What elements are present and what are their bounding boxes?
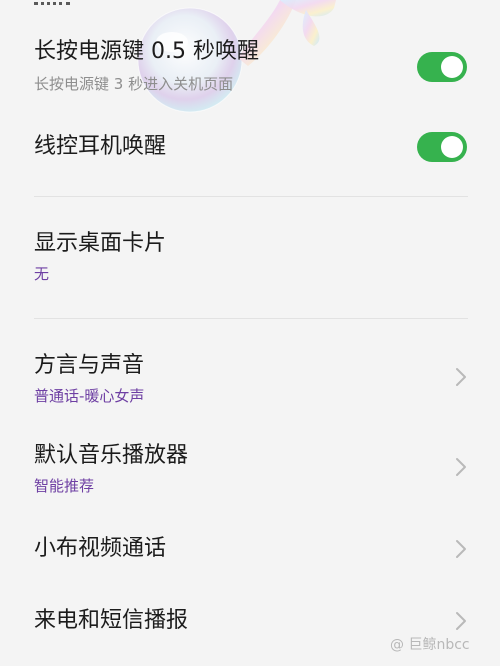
settings-screen: 长按电源键 0.5 秒唤醒 长按电源键 3 秒进入关机页面 线控耳机唤醒 显示桌… xyxy=(0,0,500,666)
setting-value: 普通话-暖心女声 xyxy=(34,387,145,405)
wired-headset-toggle[interactable] xyxy=(417,132,467,162)
setting-desktop-card[interactable]: 显示桌面卡片 无 xyxy=(0,228,500,284)
setting-title: 小布视频通话 xyxy=(34,536,167,561)
setting-value: 智能推荐 xyxy=(34,477,95,495)
chevron-right-icon xyxy=(456,612,466,630)
setting-title: 来电和短信播报 xyxy=(34,608,189,633)
setting-long-press-power[interactable]: 长按电源键 0.5 秒唤醒 长按电源键 3 秒进入关机页面 xyxy=(0,34,500,104)
setting-title: 显示桌面卡片 xyxy=(34,231,167,256)
divider xyxy=(34,318,468,319)
setting-default-music-player[interactable]: 默认音乐播放器 智能推荐 xyxy=(0,442,500,498)
toggle-knob xyxy=(441,136,463,158)
setting-call-sms-broadcast[interactable]: 来电和短信播报 xyxy=(0,606,500,636)
clipped-previous-item xyxy=(34,0,70,5)
setting-subtitle: 长按电源键 3 秒进入关机页面 xyxy=(34,75,234,93)
setting-value: 无 xyxy=(34,265,50,283)
chevron-right-icon xyxy=(456,458,466,476)
long-press-power-toggle[interactable] xyxy=(417,52,467,82)
setting-title: 默认音乐播放器 xyxy=(34,443,189,468)
divider xyxy=(34,196,468,197)
chevron-right-icon xyxy=(456,540,466,558)
setting-title: 长按电源键 0.5 秒唤醒 xyxy=(34,39,259,64)
toggle-knob xyxy=(441,56,463,78)
setting-wired-headset[interactable]: 线控耳机唤醒 xyxy=(0,130,500,166)
setting-video-call[interactable]: 小布视频通话 xyxy=(0,534,500,564)
setting-title: 线控耳机唤醒 xyxy=(34,134,167,159)
chevron-right-icon xyxy=(456,368,466,386)
setting-dialect-voice[interactable]: 方言与声音 普通话-暖心女声 xyxy=(0,350,500,406)
watermark: @ 巨鲸nbcc xyxy=(390,637,470,653)
setting-title: 方言与声音 xyxy=(34,353,145,378)
